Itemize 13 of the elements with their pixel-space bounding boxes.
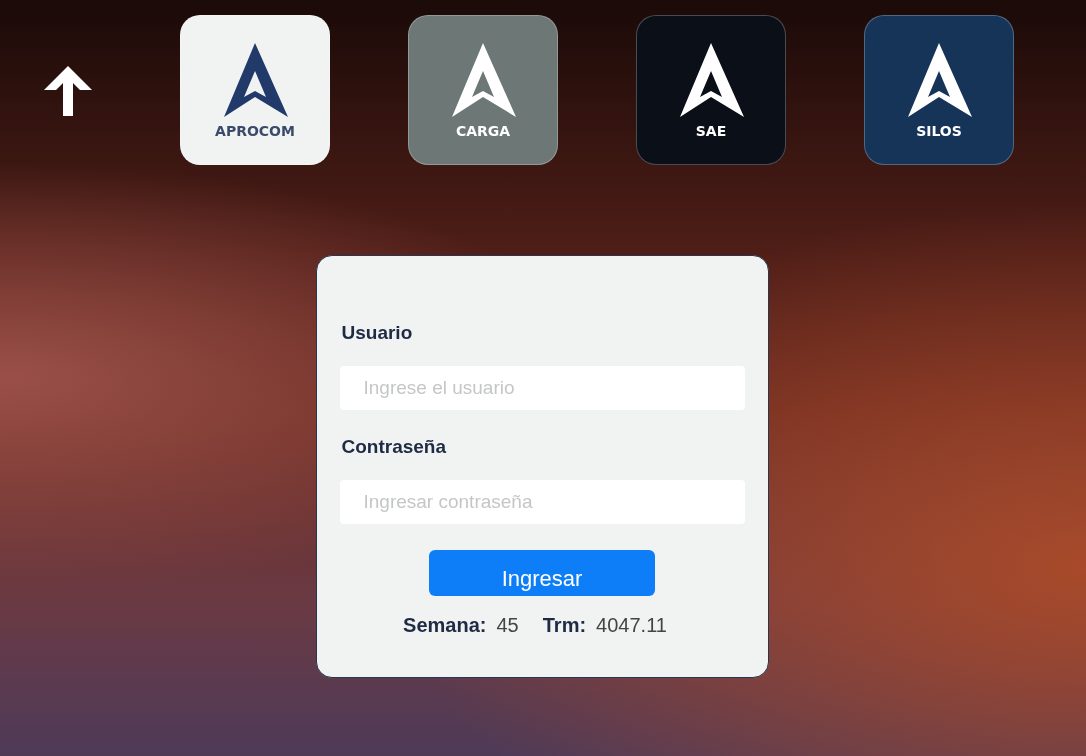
field-label: Usuario xyxy=(341,322,414,344)
input-field[interactable]: Ingrese el usuario xyxy=(339,366,745,410)
stat-value: 45 xyxy=(496,614,519,637)
stat-label: Trm: xyxy=(542,614,587,637)
app-tile[interactable]: SAE xyxy=(636,15,786,165)
submit-button[interactable]: Ingresar xyxy=(429,550,655,596)
stat-value: 4047.11 xyxy=(596,614,667,637)
app-tile[interactable]: APROCOM xyxy=(180,15,330,165)
input-field[interactable]: Ingresar contraseña xyxy=(339,480,745,524)
field-label: Contraseña xyxy=(341,436,448,458)
app-tile[interactable]: CARGA xyxy=(408,15,558,165)
stat-label: Semana: xyxy=(403,614,487,637)
app-tile[interactable]: SILOS xyxy=(864,15,1014,165)
